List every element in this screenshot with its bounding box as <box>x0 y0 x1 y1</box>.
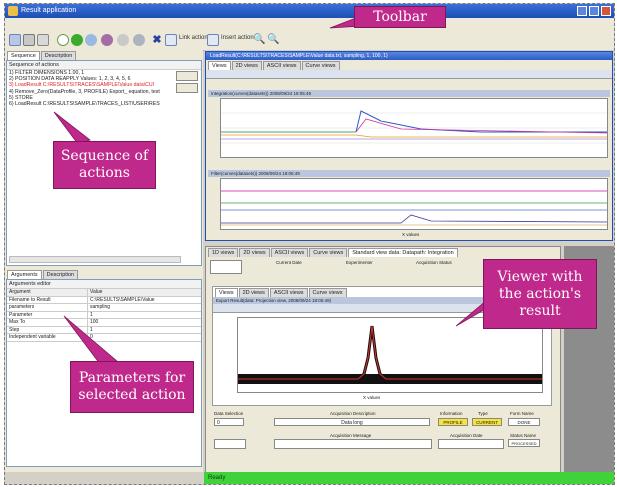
callout-parameters: Parameters for selected action <box>70 361 194 413</box>
callout-pointers <box>53 17 533 365</box>
callout-viewer: Viewer with the action's result <box>483 259 597 329</box>
callout-sequence: Sequence of actions <box>53 141 156 189</box>
callout-toolbar: Toolbar <box>354 6 446 28</box>
